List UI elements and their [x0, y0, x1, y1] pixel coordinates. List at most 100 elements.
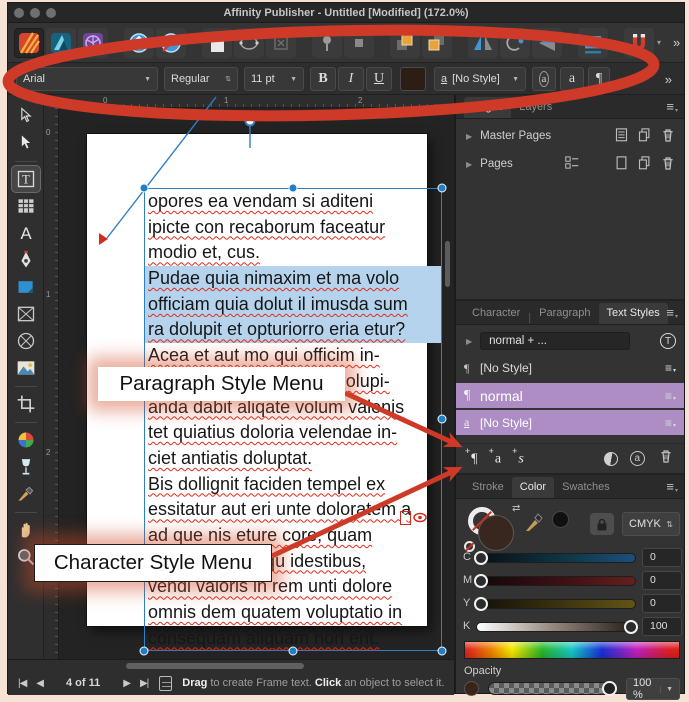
move-badge-icon[interactable] [124, 27, 154, 58]
cyan-value-field[interactable]: 0 [642, 548, 682, 567]
black-value-field[interactable]: 100 [642, 617, 682, 636]
slash-badge-icon[interactable] [156, 27, 186, 58]
move-tool[interactable] [12, 103, 40, 129]
style-picker-tool[interactable] [12, 454, 40, 480]
send-backward-icon[interactable] [422, 27, 452, 58]
zoom-tool[interactable] [12, 544, 40, 570]
underline-button[interactable]: U [366, 67, 392, 91]
disclosure-icon[interactable]: ▶ [466, 160, 472, 169]
clear-character-style-icon[interactable]: a [629, 451, 645, 466]
tab-stroke[interactable]: Stroke [464, 477, 512, 498]
swap-fill-stroke-icon[interactable]: ⇄ [512, 503, 520, 514]
pen-tool[interactable] [12, 247, 40, 273]
cyan-slider-thumb[interactable] [474, 551, 488, 565]
text-color-swatch[interactable] [400, 67, 426, 91]
leading-icon[interactable] [578, 27, 608, 58]
photo-app-icon[interactable] [78, 27, 108, 58]
show-text-styles-icon[interactable]: T [660, 333, 676, 349]
reapply-style-icon[interactable] [603, 451, 618, 466]
opacity-color-swatch[interactable] [464, 681, 479, 696]
node-tool[interactable] [12, 130, 40, 156]
frame-handle-bottom-right[interactable] [437, 646, 447, 656]
current-style-field[interactable]: normal + ... [480, 332, 631, 350]
black-slider-thumb[interactable] [624, 620, 638, 634]
frame-handle-right-mid[interactable] [437, 414, 447, 424]
yellow-slider[interactable] [474, 597, 636, 611]
lock-color-button[interactable] [590, 513, 614, 535]
next-page-button[interactable]: ▶ [123, 678, 131, 689]
frame-handle-top-left[interactable] [139, 183, 149, 193]
tab-character[interactable]: Character [464, 303, 528, 324]
magenta-value-field[interactable]: 0 [642, 571, 682, 590]
page-list-view-icon[interactable] [564, 155, 580, 173]
view-tool[interactable] [12, 517, 40, 543]
style-row-no-style-character[interactable]: a [No Style] ≡ [456, 410, 684, 435]
tab-text-styles[interactable]: Text Styles [598, 303, 668, 324]
tab-color[interactable]: Color [511, 477, 555, 498]
dropdown-caret-icon[interactable]: ▾ [657, 38, 661, 47]
master-pages-row[interactable]: ▶ Master Pages [456, 123, 684, 149]
font-size-select[interactable]: 11 pt ▼ [244, 67, 304, 91]
magenta-slider-thumb[interactable] [474, 574, 488, 588]
font-style-select[interactable]: Regular ⇅ [164, 67, 238, 91]
tab-paragraph[interactable]: Paragraph [531, 303, 598, 324]
tab-pages[interactable]: Pages [464, 97, 512, 118]
text-styles-menu-icon[interactable]: ≡ [666, 305, 678, 320]
overflow-triangle-icon[interactable] [400, 511, 411, 525]
previous-page-button[interactable]: ◀ [36, 678, 44, 689]
disclosure-icon[interactable]: ▶ [466, 132, 472, 141]
add-page-icon[interactable] [614, 155, 629, 173]
tab-layers[interactable]: Layers [511, 97, 560, 118]
color-panel-menu-icon[interactable]: ≡ [666, 479, 678, 494]
disclosure-icon[interactable]: ▶ [466, 337, 472, 346]
page-setup-icon[interactable] [202, 27, 232, 58]
show-special-characters-button[interactable]: ¶ [588, 67, 610, 91]
frame-handle-top-mid[interactable] [288, 183, 298, 193]
rotate-ellipse-icon[interactable] [234, 27, 264, 58]
opacity-value-select[interactable]: 100 % ▼ [626, 677, 680, 701]
italic-button[interactable]: I [338, 67, 364, 91]
style-menu-icon[interactable]: ≡ [665, 416, 676, 430]
new-style-button[interactable]: +s [512, 446, 524, 468]
anchor-square-icon[interactable] [344, 27, 374, 58]
tab-swatches[interactable]: Swatches [554, 477, 618, 498]
preflight-icon[interactable] [159, 675, 173, 691]
color-picker-tool[interactable] [12, 481, 40, 507]
add-master-icon[interactable] [614, 127, 629, 145]
opacity-slider-thumb[interactable] [602, 681, 617, 696]
yellow-slider-thumb[interactable] [474, 597, 488, 611]
frame-handle-bottom-mid[interactable] [288, 646, 298, 656]
style-menu-icon[interactable]: ≡ [665, 389, 676, 403]
bring-forward-icon[interactable] [390, 27, 420, 58]
color-eyedropper-icon[interactable] [524, 511, 548, 533]
opacity-slider[interactable] [488, 681, 617, 696]
style-row-normal[interactable]: ¶ normal ≡ [456, 383, 684, 408]
canvas-horizontal-scrollbar[interactable] [126, 663, 304, 669]
document-canvas[interactable]: in 0 1 2 0 1 2 opores ea vendam si adite… [44, 95, 454, 659]
publisher-app-icon[interactable] [14, 27, 44, 58]
snapping-magnet-icon[interactable] [624, 27, 654, 58]
duplicate-master-icon[interactable] [637, 127, 652, 145]
yellow-value-field[interactable]: 0 [642, 594, 682, 613]
frame-handle-bottom-left[interactable] [139, 646, 149, 656]
black-slider[interactable] [476, 620, 638, 634]
flip-vertical-icon[interactable] [532, 27, 562, 58]
delete-page-icon[interactable] [660, 155, 676, 174]
color-spectrum-bar[interactable] [464, 641, 680, 659]
duplicate-page-icon[interactable] [637, 155, 652, 173]
place-image-tool[interactable] [12, 355, 40, 381]
overflow-eye-icon[interactable] [413, 512, 428, 523]
new-paragraph-style-button[interactable]: +¶ [465, 446, 478, 468]
rotate-selection-icon[interactable] [500, 27, 530, 58]
context-overflow-button[interactable]: » [659, 67, 678, 91]
character-style-select[interactable]: a [No Style] ▼ [434, 67, 526, 91]
dim-checkbox-icon[interactable] [266, 27, 296, 58]
transparency-tool[interactable] [12, 427, 40, 453]
table-tool[interactable] [12, 193, 40, 219]
cyan-slider[interactable] [474, 551, 636, 565]
pages-panel-menu-icon[interactable]: ≡ [666, 99, 678, 114]
flip-horizontal-icon[interactable] [468, 27, 498, 58]
rotation-handle[interactable] [244, 115, 256, 127]
new-character-style-button[interactable]: +a [489, 446, 501, 468]
frame-handle-top-right[interactable] [437, 183, 447, 193]
